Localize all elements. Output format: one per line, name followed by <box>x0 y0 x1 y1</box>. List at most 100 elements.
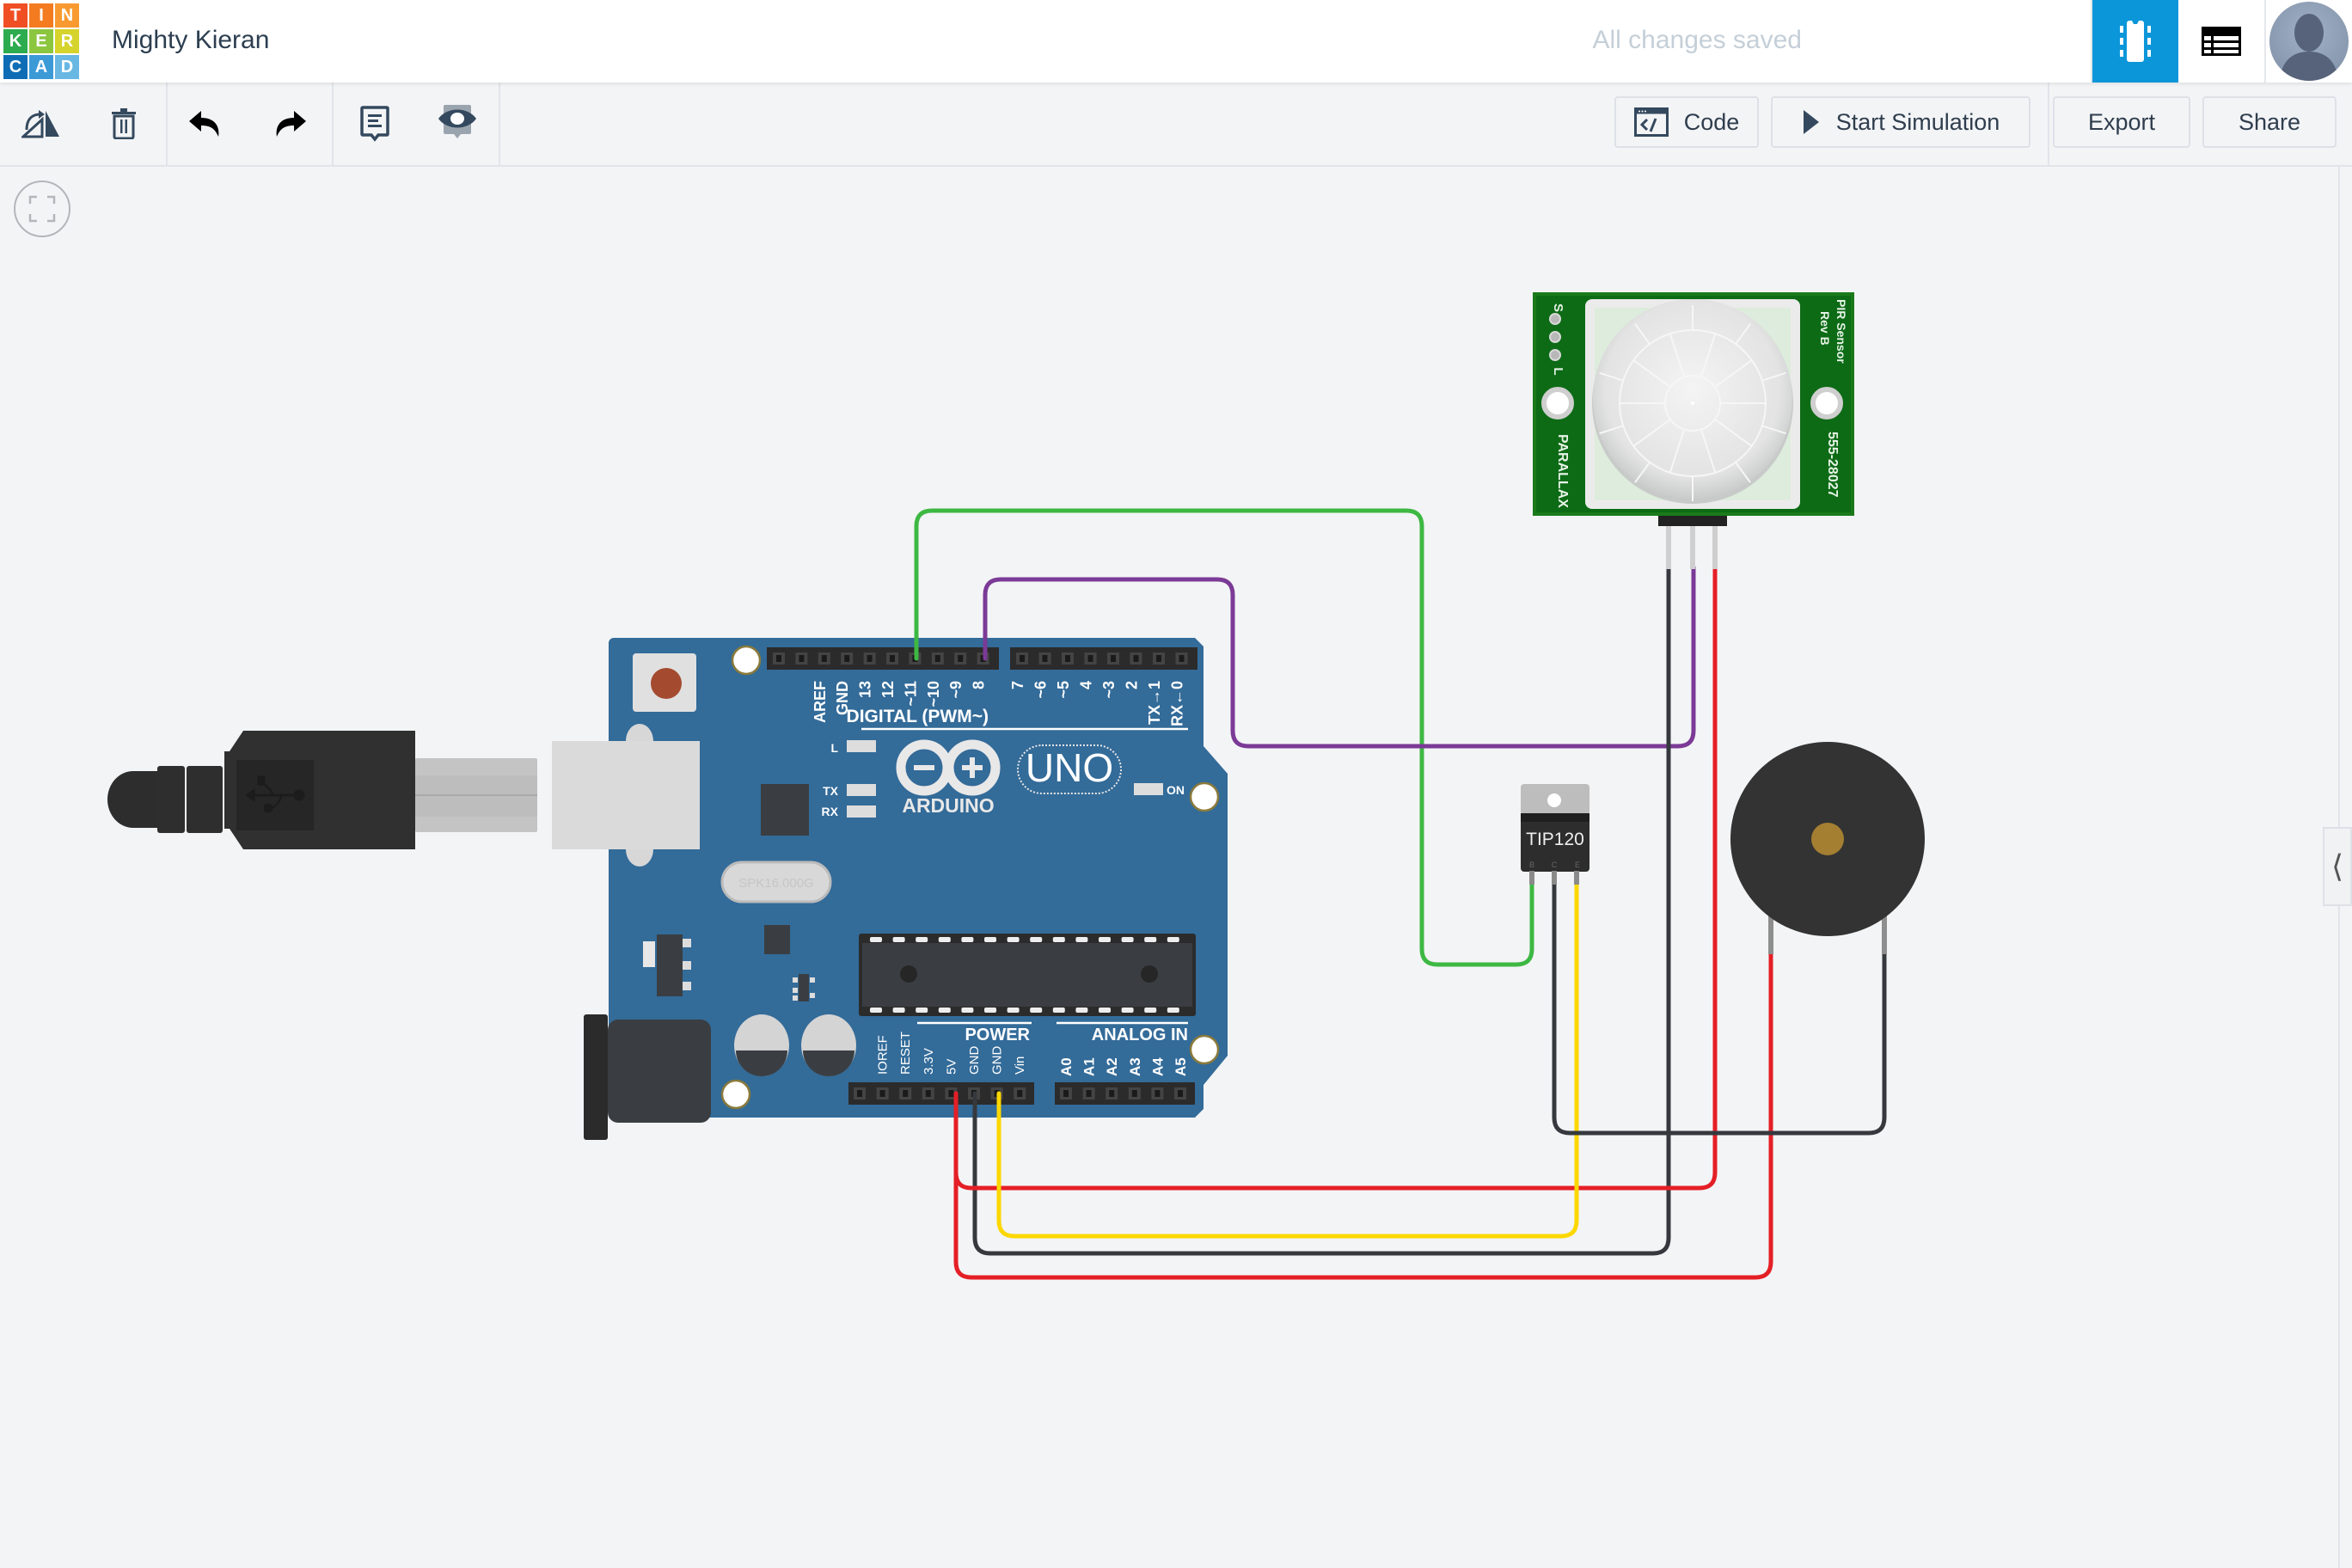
pir-sensor[interactable]: S L PARALLAX PIR Sensor Rev B 555-28027 <box>1533 292 1854 569</box>
chip-pin <box>984 937 996 942</box>
pir-pin-out[interactable] <box>1690 526 1695 569</box>
pin-hole <box>867 655 873 662</box>
pin-hole <box>1178 1090 1183 1097</box>
transistor-pin-emitter[interactable] <box>1574 871 1579 885</box>
toggle-notes-button[interactable] <box>432 98 483 150</box>
led-label-tx: TX <box>823 784 839 798</box>
buzzer-pin-negative[interactable] <box>1882 915 1887 954</box>
logo-tile: R <box>55 29 79 53</box>
pin-hole <box>776 655 781 662</box>
pir-part-number: 555-28027 <box>1825 432 1840 498</box>
led-label-l: L <box>830 741 838 755</box>
divider <box>332 83 334 165</box>
transistor-pin-collector[interactable] <box>1552 871 1557 885</box>
save-status: All changes saved <box>1592 26 1803 54</box>
digital-pin-label: ~9 <box>947 681 965 699</box>
analog-pin-label: A1 <box>1081 1057 1098 1076</box>
chip-pin <box>1167 937 1179 942</box>
arduino-brand: ARDUINO <box>902 794 994 817</box>
digital-pin-label: 4 <box>1078 681 1095 689</box>
pir-pin-gnd[interactable] <box>1666 526 1671 569</box>
pin-hole <box>1156 655 1161 662</box>
digital-pin-label: RX←0 <box>1169 681 1186 726</box>
mounting-hole <box>1189 1034 1220 1065</box>
undo-button[interactable] <box>181 98 232 150</box>
pin-hole <box>1179 655 1185 662</box>
digital-header-title: DIGITAL (PWM~) <box>847 707 989 726</box>
logo-tile: N <box>55 3 79 28</box>
start-simulation-label: Start Simulation <box>1835 108 2000 135</box>
power-header-title: POWER <box>965 1026 1030 1044</box>
pir-title: PIR Sensor <box>1834 299 1848 364</box>
capacitor <box>801 1014 856 1076</box>
pin-hole <box>1086 1090 1092 1097</box>
chip-pin <box>1075 937 1088 942</box>
mounting-hole <box>731 645 762 676</box>
notes-icon <box>360 106 389 142</box>
chip-pin <box>938 937 951 942</box>
digital-pin-label: ~3 <box>1100 681 1118 699</box>
led-l <box>847 740 876 752</box>
circuit-canvas[interactable]: AREF GND 13 12 ~11 ~10 ~9 8 7 ~6 ~5 4 ~3 2 TX→1 RX←0 DI… <box>0 0 2352 1568</box>
mounting-hole <box>1810 387 1843 420</box>
rotate-icon <box>21 110 59 138</box>
schematic-view-button[interactable] <box>2178 0 2264 83</box>
chip-pin <box>1099 1008 1111 1013</box>
buzzer-pin-positive[interactable] <box>1768 915 1773 954</box>
redo-button[interactable] <box>263 98 315 150</box>
analog-pin-label: A3 <box>1127 1057 1143 1076</box>
code-label: Code <box>1683 108 1740 135</box>
digital-header-right <box>1010 647 1197 670</box>
pin-hole <box>1063 1090 1069 1097</box>
code-button[interactable]: Code <box>1614 96 1759 148</box>
component-icon <box>2120 21 2151 62</box>
project-title[interactable]: Mighty Kieran <box>112 26 269 55</box>
chip-pin <box>1052 937 1065 942</box>
notes-button[interactable] <box>349 98 401 150</box>
power-pin-label: GND <box>990 1046 1005 1075</box>
export-button[interactable]: Export <box>2053 96 2190 148</box>
led-label-on: ON <box>1167 783 1185 797</box>
divider <box>2048 83 2049 165</box>
led-tx <box>847 784 876 796</box>
chip-pin <box>1144 1008 1157 1013</box>
piezo-buzzer[interactable] <box>1730 742 1925 954</box>
chip-pin <box>938 1008 951 1013</box>
digital-pin-label: 2 <box>1124 681 1141 689</box>
tip120-transistor[interactable]: TIP120 B C E <box>1521 784 1589 885</box>
rotate-button[interactable] <box>15 98 67 150</box>
eye-icon <box>438 105 476 138</box>
logo-tile: T <box>3 3 28 28</box>
pir-pin-vcc[interactable] <box>1712 526 1718 569</box>
usb-cable[interactable] <box>107 731 537 849</box>
capacitor <box>734 1014 789 1076</box>
share-button[interactable]: Share <box>2202 96 2337 148</box>
transistor-pin-base[interactable] <box>1529 871 1534 885</box>
power-header <box>848 1082 1034 1105</box>
pin-hole <box>821 655 827 662</box>
digital-pin-label: 13 <box>857 681 874 698</box>
arduino-uno-board[interactable]: AREF GND 13 12 ~11 ~10 ~9 8 7 ~6 ~5 4 ~3 2 TX→1 RX←0 DI… <box>552 638 1228 1140</box>
transistor-label: TIP120 <box>1526 830 1584 849</box>
circuit-view-button[interactable] <box>2092 0 2178 83</box>
start-simulation-button[interactable]: Start Simulation <box>1771 96 2030 148</box>
chip-pin <box>916 937 928 942</box>
delete-button[interactable] <box>98 98 150 150</box>
pin-hole <box>1020 655 1025 662</box>
user-silhouette-icon <box>2280 14 2338 81</box>
chip-pin <box>870 937 882 942</box>
power-pin-label: GND <box>967 1046 982 1075</box>
redo-icon <box>276 111 306 137</box>
pin-hole <box>857 1090 862 1097</box>
pin-hole <box>1155 1090 1161 1097</box>
pir-maker: PARALLAX <box>1555 434 1570 508</box>
jumper-label-l: L <box>1551 367 1565 375</box>
user-avatar[interactable] <box>2269 2 2349 81</box>
chip-pin <box>1121 1008 1134 1013</box>
tinkercad-logo[interactable]: TIN KER CAD <box>3 3 79 79</box>
jumper-label-s: S <box>1551 303 1565 312</box>
chip-pin <box>984 1008 996 1013</box>
chip-pin <box>1144 937 1157 942</box>
pin-hole <box>1017 1090 1023 1097</box>
play-icon <box>1803 110 1819 134</box>
